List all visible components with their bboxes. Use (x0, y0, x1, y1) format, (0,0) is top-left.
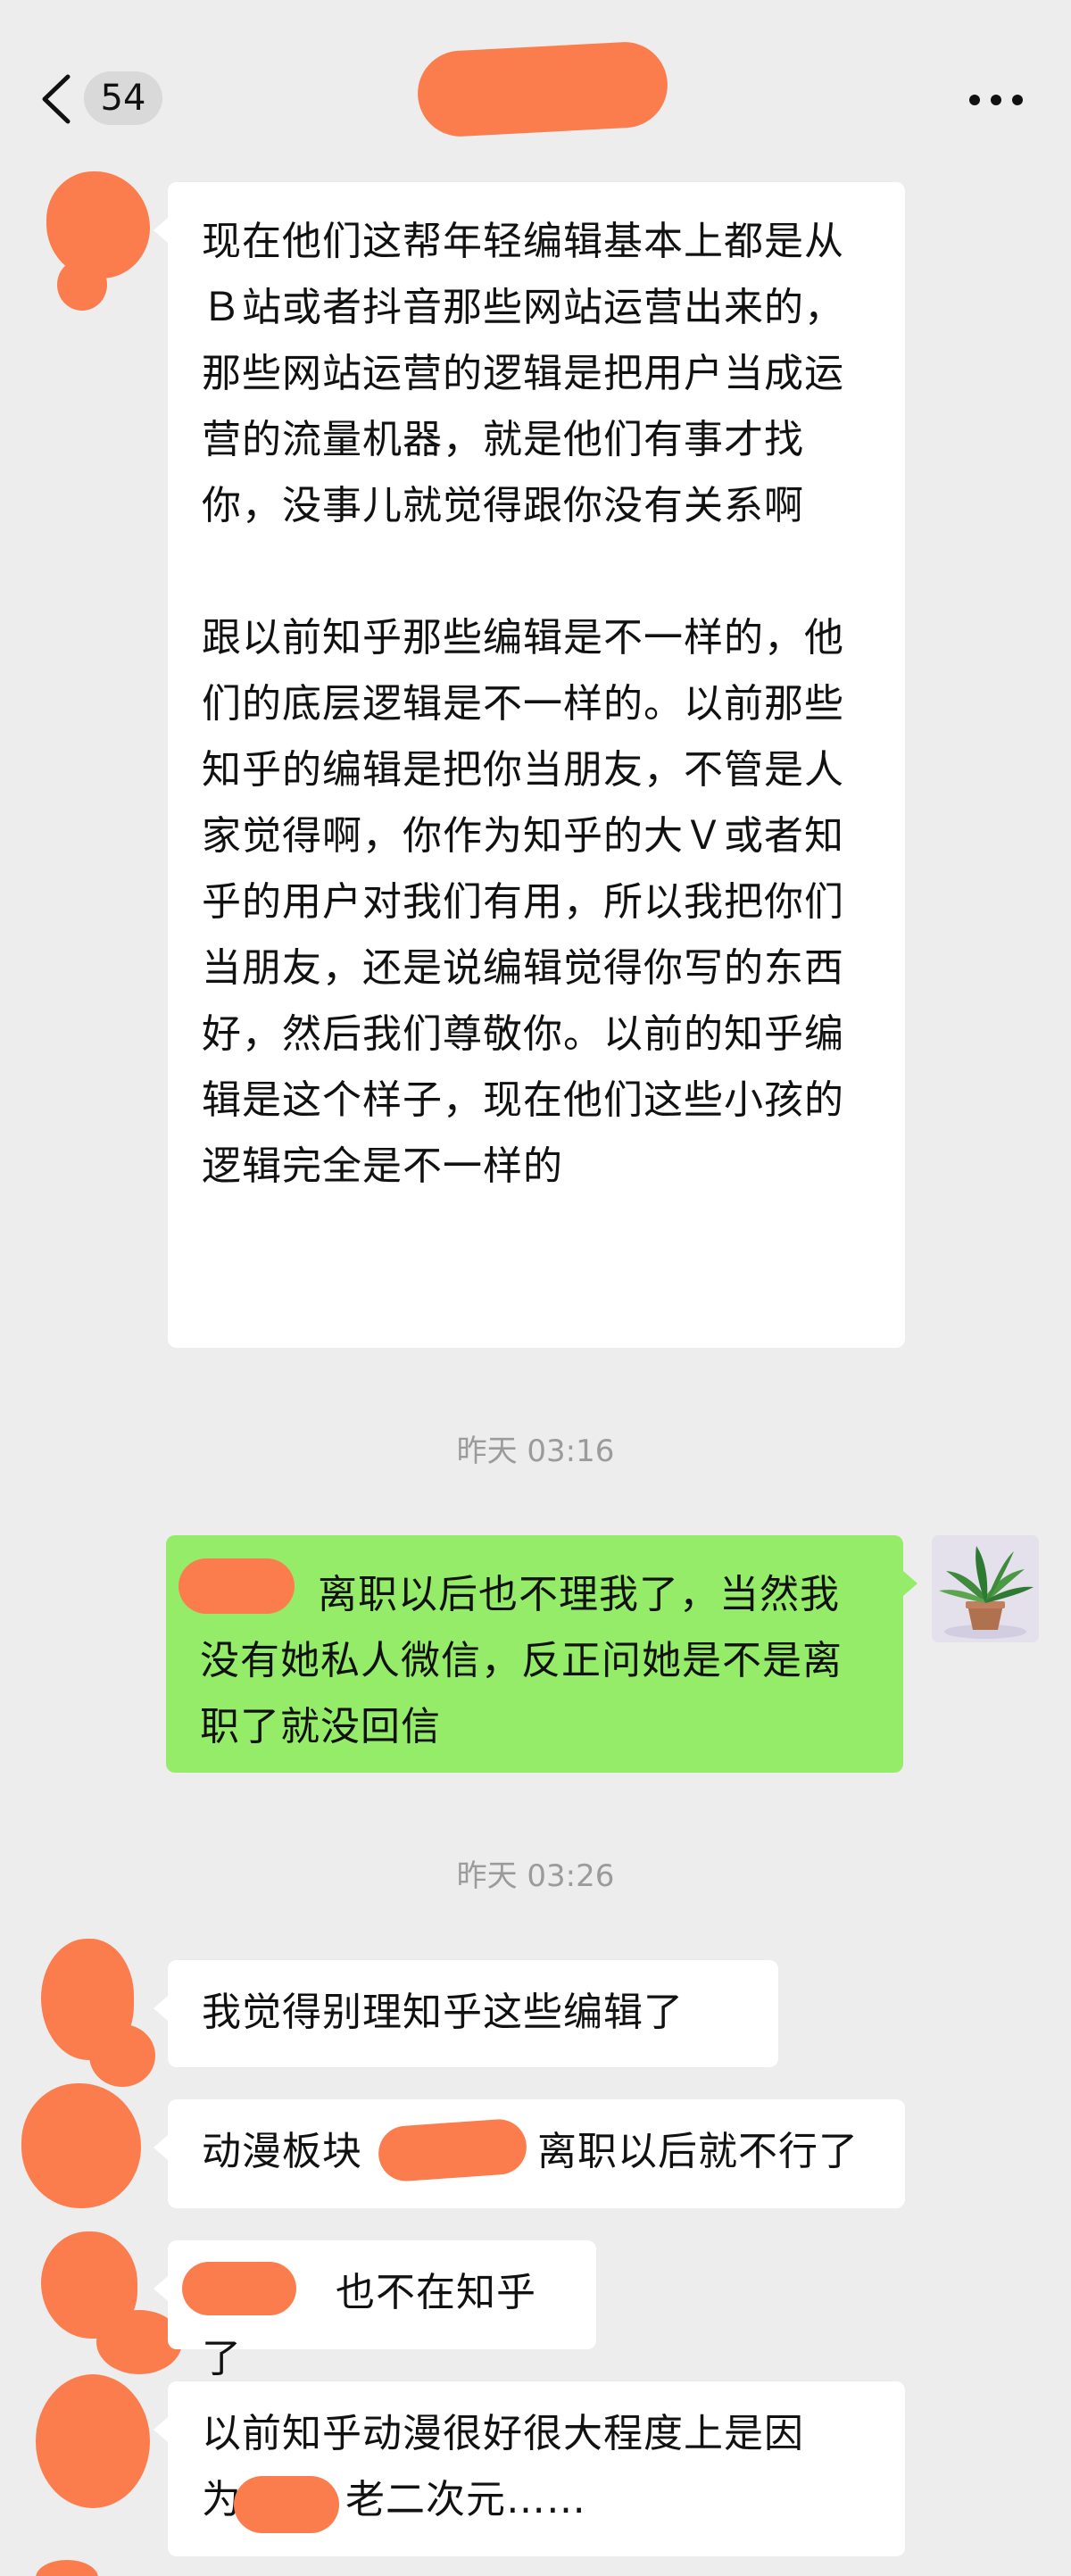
message-text: 离职以后也不理我了，当然我没有她私人微信，反正问她是不是离职了就没回信 (200, 1572, 843, 1749)
message-text: 跟以前知乎那些编辑是不一样的，他们的底层逻辑是不一样的。以前那些知乎的编辑是把你… (202, 615, 844, 1189)
message-bubble-incoming[interactable]: 动漫板块 离职以后就不行了 (154, 2099, 905, 2208)
timestamp: 昨天 03:26 (456, 1858, 615, 1894)
message-text: 以前知乎动漫很好很大程度上是因 (202, 2411, 804, 2456)
message-text: 我觉得别理知乎这些编辑了 (202, 1990, 684, 2035)
message-text: 现在他们这帮年轻编辑基本上都是从Ｂ站或者抖音那些网站运营出来的，那些网站运营的逻… (202, 219, 844, 528)
redacted-chat-title (415, 39, 670, 139)
message-bubble-incoming[interactable]: 现在他们这帮年轻编辑基本上都是从Ｂ站或者抖音那些网站运营出来的，那些网站运营的逻… (154, 182, 905, 1348)
redacted-avatar-fragment (57, 259, 107, 311)
plant-avatar[interactable] (932, 1535, 1039, 1642)
message-text-part: 动漫板块 (202, 2129, 362, 2174)
redacted-avatar[interactable] (36, 2374, 150, 2508)
chat-header: 54 (0, 0, 1071, 166)
unread-count-badge[interactable]: 54 (84, 71, 162, 125)
more-dots-icon[interactable] (969, 89, 1023, 111)
redacted-avatar-fragment (89, 2024, 155, 2087)
redacted-avatar[interactable] (21, 2083, 141, 2208)
back-arrow-icon[interactable] (36, 71, 79, 127)
redacted-name (182, 2262, 296, 2315)
redacted-avatar[interactable] (46, 171, 150, 278)
message-text-part: 老二次元…… (345, 2477, 586, 2522)
timestamp: 昨天 03:16 (456, 1433, 615, 1469)
message-text-part: 离职以后就不行了 (537, 2129, 859, 2174)
message-bubble-incoming[interactable]: 我觉得别理知乎这些编辑了 (154, 1960, 778, 2067)
message-text: 动漫板块 离职以后就不行了 (202, 2119, 871, 2185)
redacted-name (178, 1558, 295, 1614)
redacted-avatar (36, 2560, 98, 2576)
redacted-name (234, 2476, 339, 2533)
redacted-name (377, 2117, 528, 2183)
